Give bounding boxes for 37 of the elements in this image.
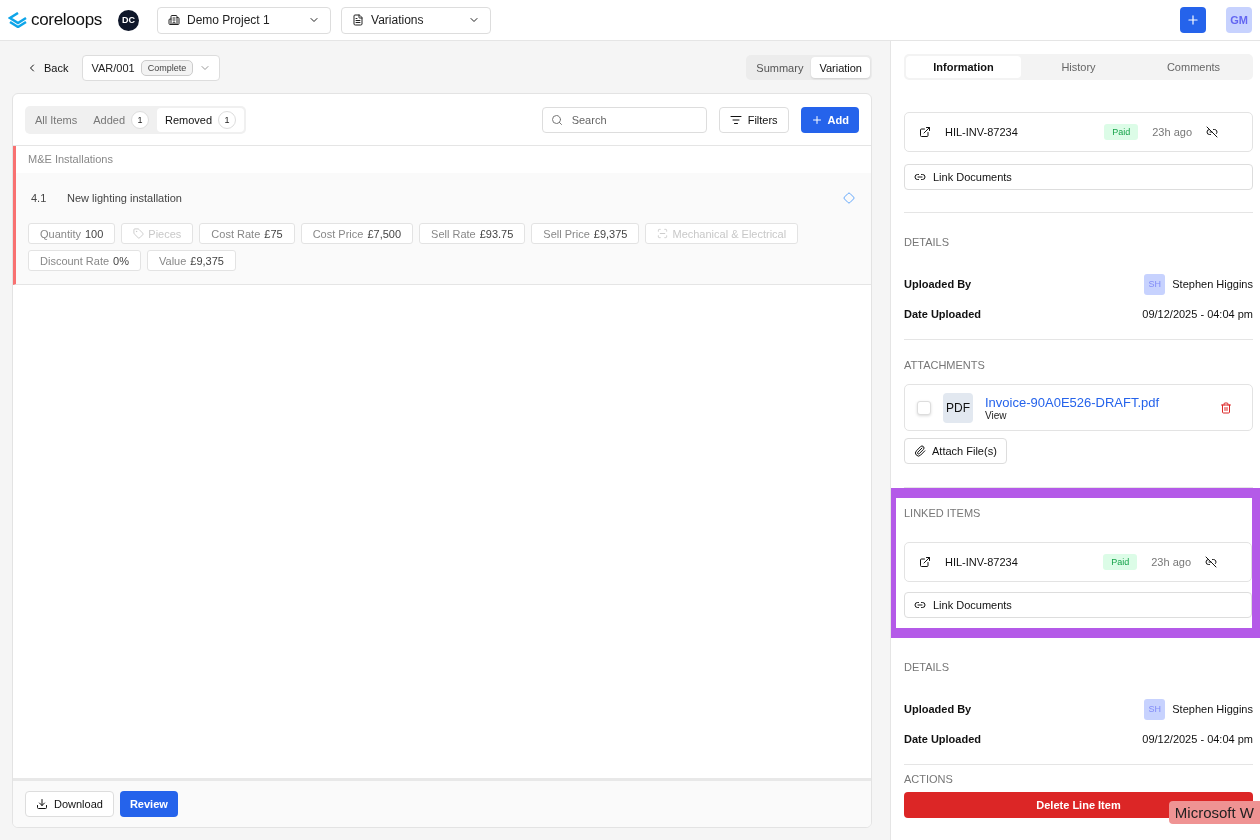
document-code: HIL-INV-87234 xyxy=(945,126,1019,138)
item-field: Quantity 100 xyxy=(28,223,116,244)
group-title: M&E Installations xyxy=(16,146,871,173)
detail-value: 09/12/2025 - 04:04 pm xyxy=(1142,308,1253,320)
section-title: DETAILS xyxy=(904,236,950,248)
detail-label: Date Uploaded xyxy=(904,308,981,320)
item-field: Sell Rate £93.75 xyxy=(419,223,526,244)
item-name: New lighting installation xyxy=(67,192,182,204)
brand-name: coreloops xyxy=(31,10,102,30)
detail-value: Stephen Higgins xyxy=(1172,278,1253,290)
detail-value: Stephen Higgins xyxy=(1172,703,1253,715)
time-ago: 23h ago xyxy=(1151,556,1191,568)
item-field: Cost Price £7,500 xyxy=(300,223,414,244)
time-ago: 23h ago xyxy=(1152,126,1192,138)
section-title: LINKED ITEMS xyxy=(904,507,981,519)
detail-label: Date Uploaded xyxy=(904,733,981,745)
status-badge: Paid xyxy=(1103,554,1138,570)
detail-label: Uploaded By xyxy=(904,278,972,290)
file-type-tile: PDF xyxy=(943,392,973,423)
detail-label: Uploaded By xyxy=(904,703,972,715)
status-badge: Paid xyxy=(1104,124,1139,140)
tooltip: Microsoft W xyxy=(1168,801,1260,824)
count-badge: 1 xyxy=(218,110,237,129)
detail-value: 09/12/2025 - 04:04 pm xyxy=(1142,733,1253,745)
item-field: Value £9,375 xyxy=(147,250,236,271)
document-code: HIL-INV-87234 xyxy=(945,556,1019,568)
section-title: ACTIONS xyxy=(904,773,953,785)
user-avatar: SH xyxy=(1144,698,1166,720)
user-avatar: SH xyxy=(1144,273,1166,295)
item-field: Cost Rate £75 xyxy=(199,223,295,244)
item-field: Sell Price £9,375 xyxy=(531,223,640,244)
section-title: ATTACHMENTS xyxy=(904,359,985,371)
item-number: 4.1 xyxy=(31,192,48,204)
section-title: DETAILS xyxy=(904,661,950,673)
item-field: Discount Rate 0% xyxy=(28,250,141,271)
status-badge: Complete xyxy=(140,59,194,76)
count-badge: 1 xyxy=(131,110,149,129)
